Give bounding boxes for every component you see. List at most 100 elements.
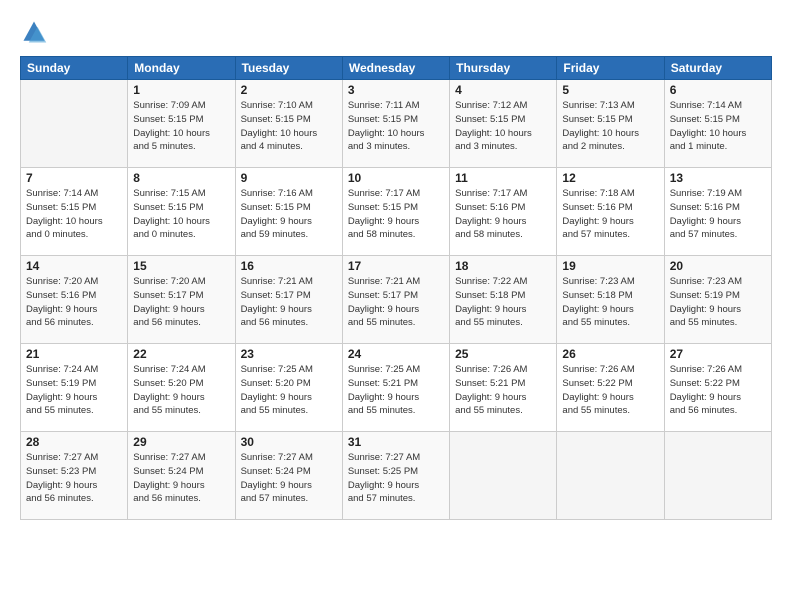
calendar-cell: 30 Sunrise: 7:27 AM Sunset: 5:24 PM Dayli…	[235, 432, 342, 520]
day-info: Sunrise: 7:27 AM Sunset: 5:24 PM Dayligh…	[133, 451, 229, 506]
day-info: Sunrise: 7:26 AM Sunset: 5:21 PM Dayligh…	[455, 363, 551, 418]
day-info: Sunrise: 7:17 AM Sunset: 5:16 PM Dayligh…	[455, 187, 551, 242]
calendar-cell: 25 Sunrise: 7:26 AM Sunset: 5:21 PM Dayli…	[450, 344, 557, 432]
day-number: 6	[670, 83, 766, 97]
day-number: 19	[562, 259, 658, 273]
calendar-cell: 14Sunrise: 7:20 AM Sunset: 5:16 PM Dayli…	[21, 256, 128, 344]
calendar-cell: 31Sunrise: 7:27 AM Sunset: 5:25 PM Dayli…	[342, 432, 449, 520]
day-info: Sunrise: 7:24 AM Sunset: 5:19 PM Dayligh…	[26, 363, 122, 418]
day-info: Sunrise: 7:23 AM Sunset: 5:18 PM Dayligh…	[562, 275, 658, 330]
calendar-cell: 17 Sunrise: 7:21 AM Sunset: 5:17 PM Dayli…	[342, 256, 449, 344]
header	[20, 18, 772, 46]
day-number: 7	[26, 171, 122, 185]
day-number: 9	[241, 171, 337, 185]
day-number: 27	[670, 347, 766, 361]
day-number: 10	[348, 171, 444, 185]
day-info: Sunrise: 7:10 AM Sunset: 5:15 PM Dayligh…	[241, 99, 337, 154]
day-info: Sunrise: 7:25 AM Sunset: 5:20 PM Dayligh…	[241, 363, 337, 418]
calendar-table: SundayMondayTuesdayWednesdayThursdayFrid…	[20, 56, 772, 520]
calendar-cell	[450, 432, 557, 520]
calendar-cell: 10 Sunrise: 7:17 AM Sunset: 5:15 PM Dayli…	[342, 168, 449, 256]
day-info: Sunrise: 7:23 AM Sunset: 5:19 PM Dayligh…	[670, 275, 766, 330]
weekday-header: Monday	[128, 57, 235, 80]
day-info: Sunrise: 7:14 AM Sunset: 5:15 PM Dayligh…	[670, 99, 766, 154]
day-info: Sunrise: 7:18 AM Sunset: 5:16 PM Dayligh…	[562, 187, 658, 242]
calendar-cell: 16 Sunrise: 7:21 AM Sunset: 5:17 PM Dayli…	[235, 256, 342, 344]
day-info: Sunrise: 7:16 AM Sunset: 5:15 PM Dayligh…	[241, 187, 337, 242]
day-number: 2	[241, 83, 337, 97]
day-info: Sunrise: 7:20 AM Sunset: 5:17 PM Dayligh…	[133, 275, 229, 330]
weekday-header: Wednesday	[342, 57, 449, 80]
day-info: Sunrise: 7:13 AM Sunset: 5:15 PM Dayligh…	[562, 99, 658, 154]
day-info: Sunrise: 7:19 AM Sunset: 5:16 PM Dayligh…	[670, 187, 766, 242]
calendar-header: SundayMondayTuesdayWednesdayThursdayFrid…	[21, 57, 772, 80]
calendar-cell	[664, 432, 771, 520]
day-info: Sunrise: 7:09 AM Sunset: 5:15 PM Dayligh…	[133, 99, 229, 154]
day-number: 22	[133, 347, 229, 361]
calendar-cell: 28 Sunrise: 7:27 AM Sunset: 5:23 PM Dayli…	[21, 432, 128, 520]
day-info: Sunrise: 7:14 AM Sunset: 5:15 PM Dayligh…	[26, 187, 122, 242]
day-number: 12	[562, 171, 658, 185]
calendar-cell: 7 Sunrise: 7:14 AM Sunset: 5:15 PM Daylig…	[21, 168, 128, 256]
calendar-cell: 19 Sunrise: 7:23 AM Sunset: 5:18 PM Dayli…	[557, 256, 664, 344]
day-info: Sunrise: 7:27 AM Sunset: 5:25 PM Dayligh…	[348, 451, 444, 506]
calendar-cell: 15 Sunrise: 7:20 AM Sunset: 5:17 PM Dayli…	[128, 256, 235, 344]
day-number: 17	[348, 259, 444, 273]
calendar-cell: 18Sunrise: 7:22 AM Sunset: 5:18 PM Dayli…	[450, 256, 557, 344]
day-number: 25	[455, 347, 551, 361]
day-info: Sunrise: 7:11 AM Sunset: 5:15 PM Dayligh…	[348, 99, 444, 154]
calendar-cell: 6 Sunrise: 7:14 AM Sunset: 5:15 PM Daylig…	[664, 80, 771, 168]
calendar-cell: 3 Sunrise: 7:11 AM Sunset: 5:15 PM Daylig…	[342, 80, 449, 168]
weekday-header: Saturday	[664, 57, 771, 80]
day-info: Sunrise: 7:20 AM Sunset: 5:16 PM Dayligh…	[26, 275, 122, 330]
day-number: 3	[348, 83, 444, 97]
day-number: 26	[562, 347, 658, 361]
calendar-cell: 11 Sunrise: 7:17 AM Sunset: 5:16 PM Dayli…	[450, 168, 557, 256]
calendar-cell: 5 Sunrise: 7:13 AM Sunset: 5:15 PM Daylig…	[557, 80, 664, 168]
day-number: 1	[133, 83, 229, 97]
day-info: Sunrise: 7:17 AM Sunset: 5:15 PM Dayligh…	[348, 187, 444, 242]
calendar-cell	[21, 80, 128, 168]
day-number: 15	[133, 259, 229, 273]
calendar-cell: 12 Sunrise: 7:18 AM Sunset: 5:16 PM Dayli…	[557, 168, 664, 256]
day-number: 28	[26, 435, 122, 449]
page: SundayMondayTuesdayWednesdayThursdayFrid…	[0, 0, 792, 612]
weekday-header: Friday	[557, 57, 664, 80]
calendar-week-row: 28 Sunrise: 7:27 AM Sunset: 5:23 PM Dayli…	[21, 432, 772, 520]
calendar-cell: 21Sunrise: 7:24 AM Sunset: 5:19 PM Dayli…	[21, 344, 128, 432]
day-info: Sunrise: 7:27 AM Sunset: 5:24 PM Dayligh…	[241, 451, 337, 506]
calendar-cell: 4 Sunrise: 7:12 AM Sunset: 5:15 PM Daylig…	[450, 80, 557, 168]
weekday-header: Tuesday	[235, 57, 342, 80]
day-number: 23	[241, 347, 337, 361]
logo-icon	[20, 18, 48, 46]
day-info: Sunrise: 7:21 AM Sunset: 5:17 PM Dayligh…	[241, 275, 337, 330]
weekday-header: Sunday	[21, 57, 128, 80]
calendar-cell: 26 Sunrise: 7:26 AM Sunset: 5:22 PM Dayli…	[557, 344, 664, 432]
day-info: Sunrise: 7:22 AM Sunset: 5:18 PM Dayligh…	[455, 275, 551, 330]
day-info: Sunrise: 7:12 AM Sunset: 5:15 PM Dayligh…	[455, 99, 551, 154]
calendar-body: 1 Sunrise: 7:09 AM Sunset: 5:15 PM Daylig…	[21, 80, 772, 520]
day-number: 4	[455, 83, 551, 97]
day-info: Sunrise: 7:25 AM Sunset: 5:21 PM Dayligh…	[348, 363, 444, 418]
logo	[20, 18, 52, 46]
day-number: 8	[133, 171, 229, 185]
day-info: Sunrise: 7:27 AM Sunset: 5:23 PM Dayligh…	[26, 451, 122, 506]
calendar-cell: 9 Sunrise: 7:16 AM Sunset: 5:15 PM Daylig…	[235, 168, 342, 256]
day-number: 5	[562, 83, 658, 97]
day-info: Sunrise: 7:15 AM Sunset: 5:15 PM Dayligh…	[133, 187, 229, 242]
calendar-week-row: 21Sunrise: 7:24 AM Sunset: 5:19 PM Dayli…	[21, 344, 772, 432]
day-number: 13	[670, 171, 766, 185]
day-number: 29	[133, 435, 229, 449]
day-number: 30	[241, 435, 337, 449]
calendar-cell: 20Sunrise: 7:23 AM Sunset: 5:19 PM Dayli…	[664, 256, 771, 344]
calendar-cell: 24Sunrise: 7:25 AM Sunset: 5:21 PM Dayli…	[342, 344, 449, 432]
calendar-cell: 22 Sunrise: 7:24 AM Sunset: 5:20 PM Dayli…	[128, 344, 235, 432]
calendar-week-row: 14Sunrise: 7:20 AM Sunset: 5:16 PM Dayli…	[21, 256, 772, 344]
day-info: Sunrise: 7:21 AM Sunset: 5:17 PM Dayligh…	[348, 275, 444, 330]
calendar-cell: 27Sunrise: 7:26 AM Sunset: 5:22 PM Dayli…	[664, 344, 771, 432]
calendar-cell: 23 Sunrise: 7:25 AM Sunset: 5:20 PM Dayli…	[235, 344, 342, 432]
day-number: 16	[241, 259, 337, 273]
day-number: 11	[455, 171, 551, 185]
day-info: Sunrise: 7:26 AM Sunset: 5:22 PM Dayligh…	[562, 363, 658, 418]
day-info: Sunrise: 7:24 AM Sunset: 5:20 PM Dayligh…	[133, 363, 229, 418]
